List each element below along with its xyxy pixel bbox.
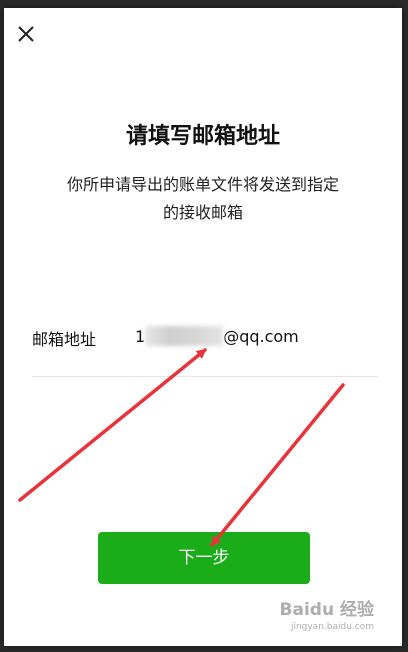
page-description: 你所申请导出的账单文件将发送到指定 的接收邮箱 <box>34 171 372 227</box>
watermark-main: Baidu 经验 <box>279 600 374 620</box>
email-input[interactable]: 1 @qq.com <box>135 326 299 346</box>
redacted-mask <box>145 326 224 346</box>
description-line-2: 的接收邮箱 <box>162 203 243 222</box>
next-step-button[interactable]: 下一步 <box>98 532 310 584</box>
email-field-label: 邮箱地址 <box>32 330 97 349</box>
email-dialog: 请填写邮箱地址 你所申请导出的账单文件将发送到指定 的接收邮箱 邮箱地址 1 @q… <box>4 8 402 646</box>
baidu-jingyan-watermark: Baidu 经验 jingyan.baidu.com <box>280 595 374 632</box>
screen-frame: 请填写邮箱地址 你所申请导出的账单文件将发送到指定 的接收邮箱 邮箱地址 1 @q… <box>0 0 408 652</box>
email-value-prefix: 1 <box>135 327 146 346</box>
close-button[interactable] <box>12 20 40 48</box>
page-title: 请填写邮箱地址 <box>125 124 280 149</box>
email-value-suffix: @qq.com <box>223 327 299 346</box>
watermark-url: jingyan.baidu.com <box>290 622 374 632</box>
description-line-1: 你所申请导出的账单文件将发送到指定 <box>66 175 339 194</box>
close-icon <box>18 26 34 42</box>
email-field[interactable]: 邮箱地址 1 @qq.com <box>32 320 378 377</box>
